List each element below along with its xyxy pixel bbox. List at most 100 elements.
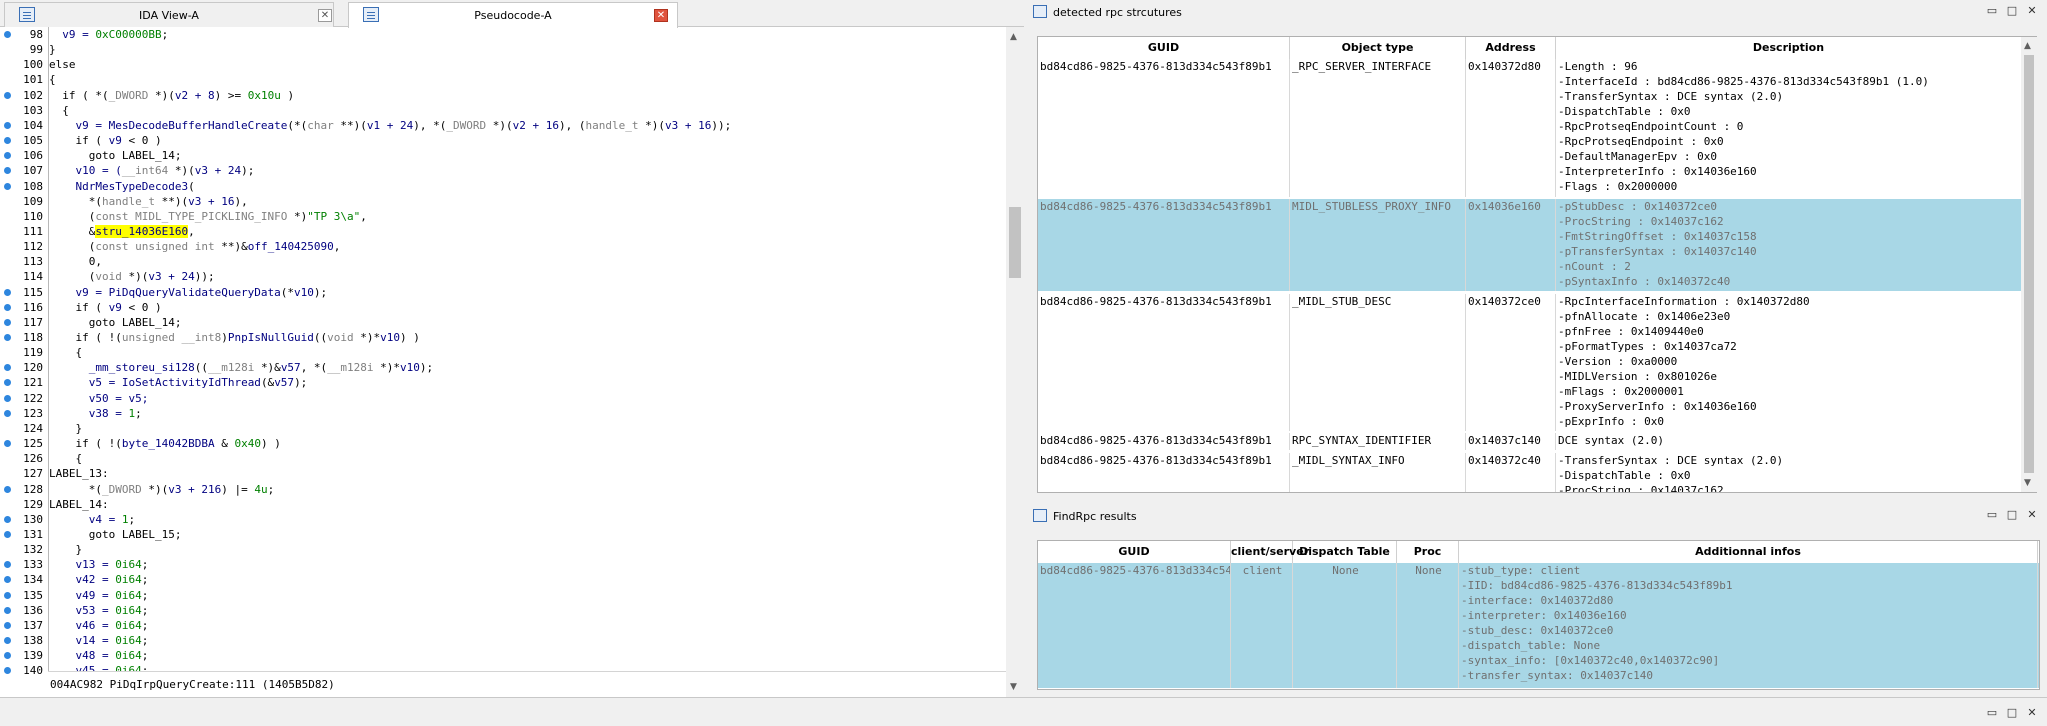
vertical-scrollbar[interactable]: ▲ ▼ <box>2021 37 2037 492</box>
scroll-down-icon[interactable]: ▼ <box>2024 478 2031 488</box>
scroll-down-icon[interactable]: ▼ <box>1010 682 1017 692</box>
column-header[interactable]: Dispatch Table Address <box>1293 541 1397 580</box>
guid-cell[interactable]: bd84cd86-9825-4376-813d334c543f89b1 <box>1038 59 1290 197</box>
breakpoint-dot[interactable] <box>4 591 11 599</box>
column-header[interactable]: GUID <box>1038 541 1231 563</box>
additional-infos-cell[interactable]: -stub_type: client -IID: bd84cd86-9825-43… <box>1459 563 2038 688</box>
code-line[interactable]: { <box>49 451 82 466</box>
scroll-thumb[interactable] <box>2024 55 2034 473</box>
column-header[interactable]: Object type <box>1290 37 1466 59</box>
close-icon[interactable]: ✕ <box>2025 4 2039 18</box>
code-line[interactable]: (void *)(v3 + 24)); <box>49 269 215 284</box>
code-line[interactable]: { <box>49 345 82 360</box>
column-header[interactable]: Address <box>1466 37 1556 59</box>
code-view[interactable]: v9 = 0xC00000BB;} else{ if ( *(_DWORD *)(… <box>48 27 1006 671</box>
breakpoint-dot[interactable] <box>4 167 11 175</box>
code-line[interactable]: } <box>49 542 82 557</box>
code-line[interactable]: v48 = 0i64; <box>49 648 148 663</box>
breakpoint-dot[interactable] <box>4 394 11 402</box>
breakpoint-dot[interactable] <box>4 364 11 372</box>
guid-cell[interactable]: bd84cd86-9825-4376-813d334c543f89b1 <box>1038 293 1290 432</box>
description-cell[interactable]: DCE syntax (2.0) <box>1556 433 2022 451</box>
scroll-up-icon[interactable]: ▲ <box>1010 32 1017 42</box>
breakpoint-dot[interactable] <box>4 409 11 417</box>
breakpoint-dot[interactable] <box>4 561 11 569</box>
guid-cell[interactable]: bd84cd86-9825-4376-813d334c543f89b1 <box>1038 198 1290 292</box>
breakpoint-dot[interactable] <box>4 485 11 493</box>
code-line[interactable]: v9 = MesDecodeBufferHandleCreate(*(char … <box>49 118 731 133</box>
proc-handlers-cell[interactable]: None <box>1397 563 1459 688</box>
description-cell[interactable]: -TransferSyntax : DCE syntax (2.0) -Dispa… <box>1556 452 2022 492</box>
column-header[interactable]: Proc Handlers <box>1397 541 1459 580</box>
address-cell[interactable]: 0x14037c140 <box>1466 433 1556 451</box>
address-cell[interactable]: 0x14036e160 <box>1466 198 1556 292</box>
code-line[interactable]: v9 = 0xC00000BB; <box>49 27 168 42</box>
object-type-cell[interactable]: _RPC_SERVER_INTERFACE <box>1290 59 1466 197</box>
breakpoint-gutter[interactable] <box>0 27 14 697</box>
code-line[interactable]: 0, <box>49 254 102 269</box>
code-line[interactable]: LABEL_13: <box>49 466 109 481</box>
breakpoint-dot[interactable] <box>4 152 11 160</box>
vertical-scrollbar[interactable]: ▲ ▼ <box>1006 27 1024 697</box>
close-icon[interactable]: ✕ <box>2025 706 2039 720</box>
code-line[interactable]: &stru_14036E160, <box>49 224 195 239</box>
breakpoint-dot[interactable] <box>4 576 11 584</box>
code-line[interactable]: (const MIDL_TYPE_PICKLING_INFO *)"TP 3\a… <box>49 209 367 224</box>
float-icon[interactable]: ▭ <box>1985 706 1999 720</box>
code-line[interactable]: if ( v9 < 0 ) <box>49 133 161 148</box>
guid-cell[interactable]: bd84cd86-9825-4376-813d334c543f89b1 <box>1038 433 1290 451</box>
breakpoint-dot[interactable] <box>4 288 11 296</box>
code-line[interactable]: *(handle_t **)(v3 + 16), <box>49 194 248 209</box>
float-icon[interactable]: ▭ <box>1985 508 1999 522</box>
breakpoint-dot[interactable] <box>4 318 11 326</box>
close-icon[interactable]: ✕ <box>318 9 332 22</box>
address-cell[interactable]: 0x140372c40 <box>1466 452 1556 492</box>
code-line[interactable]: { <box>49 103 69 118</box>
code-line[interactable]: v9 = PiDqQueryValidateQueryData(*v10); <box>49 285 327 300</box>
column-header[interactable]: Description <box>1556 37 2022 59</box>
breakpoint-dot[interactable] <box>4 637 11 644</box>
code-line[interactable]: if ( !(unsigned __int8)PnpIsNullGuid((vo… <box>49 330 419 345</box>
code-line[interactable]: } <box>49 42 56 57</box>
breakpoint-dot[interactable] <box>4 379 11 387</box>
close-icon[interactable]: ✕ <box>2025 508 2039 522</box>
breakpoint-dot[interactable] <box>4 182 11 190</box>
breakpoint-dot[interactable] <box>4 621 11 629</box>
description-cell[interactable]: -Length : 96 -InterfaceId : bd84cd86-9825… <box>1556 59 2022 197</box>
code-line[interactable]: *(_DWORD *)(v3 + 216) |= 4u; <box>49 482 274 497</box>
tab-ida-view-a[interactable]: IDA View-A ✕ <box>4 2 334 27</box>
rpc-structures-table[interactable]: GUID Object type Address Description bd84cd8… <box>1037 36 2037 493</box>
code-line[interactable]: { <box>49 72 56 87</box>
object-type-cell[interactable]: RPC_SYNTAX_IDENTIFIER <box>1290 433 1466 451</box>
dispatch-table-cell[interactable]: None <box>1293 563 1397 688</box>
breakpoint-dot[interactable] <box>4 91 11 99</box>
breakpoint-dot[interactable] <box>4 530 11 538</box>
code-line[interactable]: v50 = v5; <box>49 391 149 406</box>
address-cell[interactable]: 0x140372d80 <box>1466 59 1556 197</box>
scroll-up-icon[interactable]: ▲ <box>2024 41 2031 51</box>
code-line[interactable]: if ( v9 < 0 ) <box>49 300 161 315</box>
code-line[interactable]: goto LABEL_14; <box>49 315 182 330</box>
code-line[interactable]: (const unsigned int **)&off_140425090, <box>49 239 341 254</box>
scroll-thumb[interactable] <box>1009 207 1021 278</box>
breakpoint-dot[interactable] <box>4 334 11 341</box>
code-line[interactable]: LABEL_14: <box>49 497 109 512</box>
object-type-cell[interactable]: _MIDL_STUB_DESC <box>1290 293 1466 432</box>
code-line[interactable]: v42 = 0i64; <box>49 572 148 587</box>
code-line[interactable]: v4 = 1; <box>49 512 135 527</box>
maximize-icon[interactable]: □ <box>2005 508 2019 522</box>
float-icon[interactable]: ▭ <box>1985 4 1999 18</box>
breakpoint-dot[interactable] <box>4 667 11 675</box>
column-header[interactable]: Additionnal infos <box>1459 541 2038 563</box>
code-line[interactable]: v13 = 0i64; <box>49 557 148 572</box>
code-line[interactable]: if ( *(_DWORD *)(v2 + 8) >= 0x10u ) <box>49 88 294 103</box>
code-line[interactable]: v38 = 1; <box>49 406 142 421</box>
breakpoint-dot[interactable] <box>4 606 11 614</box>
code-line[interactable]: v49 = 0i64; <box>49 588 148 603</box>
maximize-icon[interactable]: □ <box>2005 4 2019 18</box>
breakpoint-dot[interactable] <box>4 515 11 523</box>
code-line[interactable]: v46 = 0i64; <box>49 618 148 633</box>
column-header[interactable]: GUID <box>1038 37 1290 59</box>
guid-cell[interactable]: bd84cd86-9825-4376-813d334c543f89b1 <box>1038 563 1231 688</box>
code-line[interactable]: _mm_storeu_si128((__m128i *)&v57, *(__m1… <box>49 360 433 375</box>
